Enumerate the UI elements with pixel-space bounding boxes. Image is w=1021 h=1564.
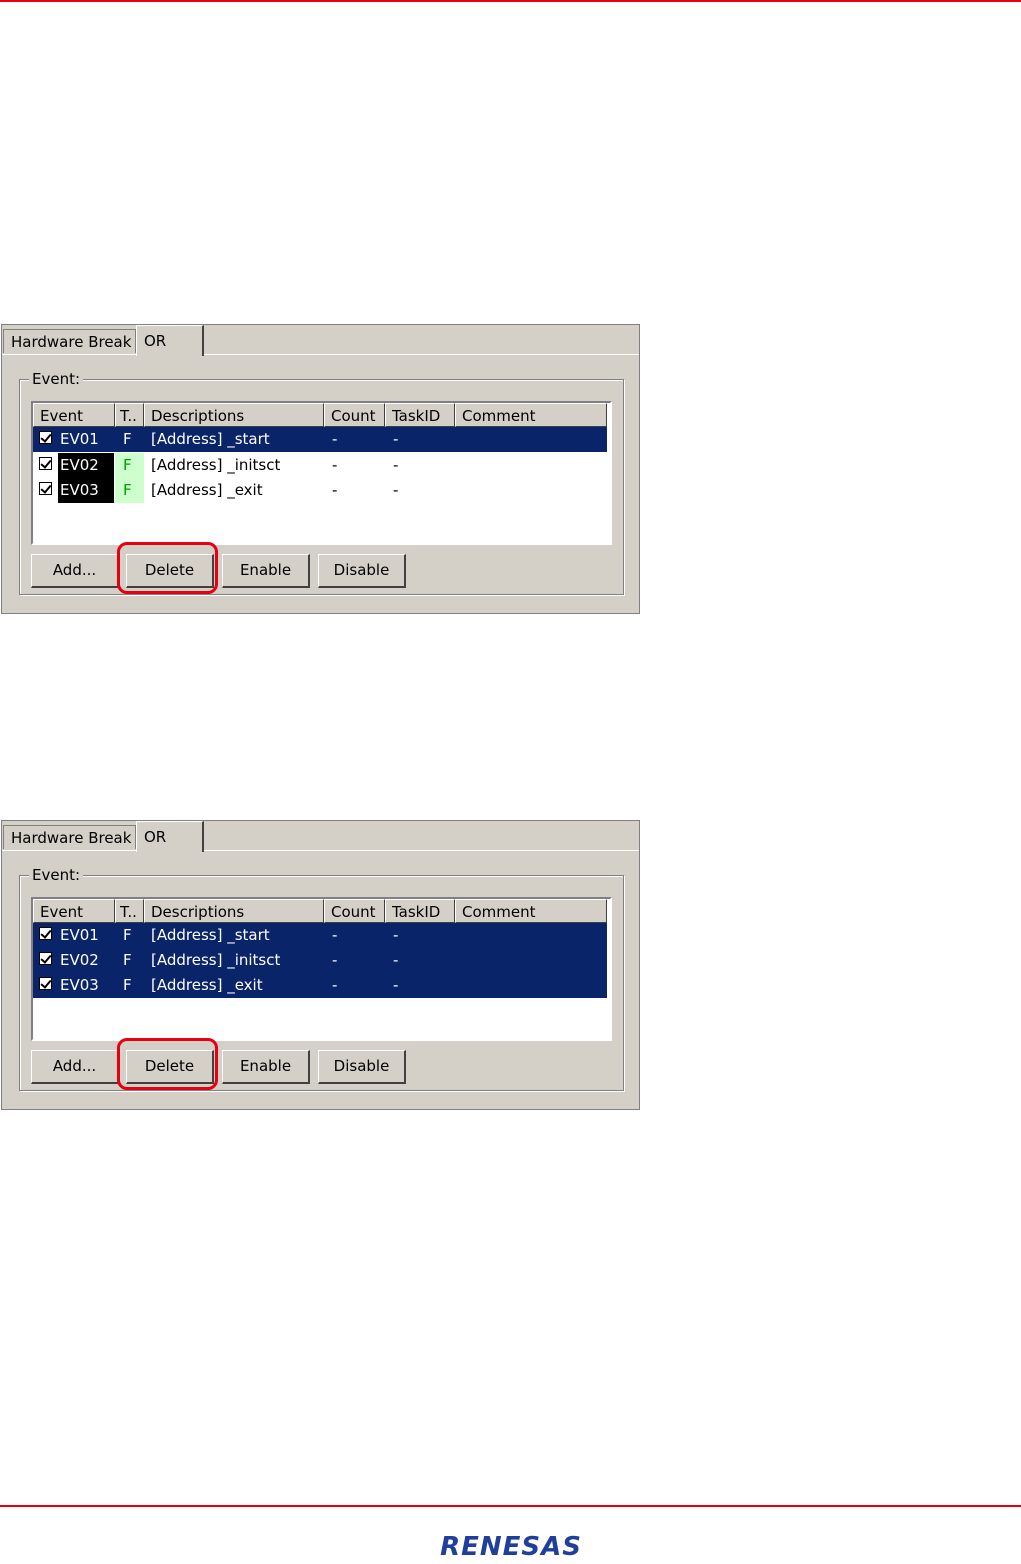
count-cell: - xyxy=(332,951,338,969)
description-cell: [Address] _exit xyxy=(151,976,263,994)
delete-highlight-callout xyxy=(117,542,218,594)
column-header-taskid[interactable]: TaskID xyxy=(385,899,455,923)
event-cell: EV02 xyxy=(58,453,114,478)
event-group: Event: Event T.. Descriptions Count Task… xyxy=(19,866,624,1091)
table-row[interactable]: EV02 F [Address] _initsct - - xyxy=(33,453,607,478)
event-list[interactable]: Event T.. Descriptions Count TaskID Comm… xyxy=(31,897,612,1041)
count-cell: - xyxy=(332,481,338,499)
table-row[interactable]: EV01 F [Address] _start - - xyxy=(33,923,607,948)
type-cell: F xyxy=(123,951,132,969)
event-cell: EV02 xyxy=(60,951,99,969)
tab-strip: Hardware Break OR xyxy=(2,325,639,356)
group-label: Event: xyxy=(29,370,84,388)
column-header-count[interactable]: Count xyxy=(324,403,385,427)
tab-or[interactable]: OR xyxy=(136,325,204,356)
description-cell: [Address] _initsct xyxy=(151,951,281,969)
disable-button[interactable]: Disable xyxy=(318,1050,406,1084)
enable-button[interactable]: Enable xyxy=(222,554,310,588)
renesas-logo: RENESAS xyxy=(440,1532,582,1562)
type-cell: F xyxy=(123,430,132,448)
tab-strip: Hardware Break OR xyxy=(2,821,639,852)
column-header-descriptions[interactable]: Descriptions xyxy=(144,899,324,923)
group-label: Event: xyxy=(29,866,84,884)
description-cell: [Address] _initsct xyxy=(151,456,281,474)
delete-highlight-callout xyxy=(117,1038,218,1090)
table-row[interactable]: EV01 F [Address] _start - - xyxy=(33,427,607,452)
count-cell: - xyxy=(332,456,338,474)
enabled-checkbox[interactable] xyxy=(39,977,52,990)
column-header-type[interactable]: T.. xyxy=(115,899,144,923)
type-cell: F xyxy=(115,478,144,503)
type-cell: F xyxy=(115,453,144,478)
column-header-event[interactable]: Event xyxy=(33,899,115,923)
bottom-rule xyxy=(0,1505,1021,1507)
column-header-type[interactable]: T.. xyxy=(115,403,144,427)
event-panel-2: Hardware Break OR Event: Event T.. Descr… xyxy=(1,820,640,1110)
event-cell: EV03 xyxy=(60,976,99,994)
count-cell: - xyxy=(332,430,338,448)
taskid-cell: - xyxy=(393,926,399,944)
event-cell: EV03 xyxy=(58,478,114,503)
enable-button[interactable]: Enable xyxy=(222,1050,310,1084)
taskid-cell: - xyxy=(393,481,399,499)
column-header-count[interactable]: Count xyxy=(324,899,385,923)
description-cell: [Address] _start xyxy=(151,430,270,448)
event-cell: EV01 xyxy=(60,430,99,448)
taskid-cell: - xyxy=(393,456,399,474)
enabled-checkbox[interactable] xyxy=(39,457,52,470)
add-button[interactable]: Add... xyxy=(31,1050,119,1084)
column-header-comment[interactable]: Comment xyxy=(455,403,607,427)
taskid-cell: - xyxy=(393,430,399,448)
taskid-cell: - xyxy=(393,976,399,994)
tab-hardware-break[interactable]: Hardware Break xyxy=(3,825,136,849)
event-list[interactable]: Event T.. Descriptions Count TaskID Comm… xyxy=(31,401,612,545)
tab-divider xyxy=(2,354,639,355)
count-cell: - xyxy=(332,926,338,944)
table-row[interactable]: EV03 F [Address] _exit - - xyxy=(33,973,607,998)
description-cell: [Address] _start xyxy=(151,926,270,944)
enabled-checkbox[interactable] xyxy=(39,482,52,495)
top-rule xyxy=(0,0,1021,2)
description-cell: [Address] _exit xyxy=(151,481,263,499)
disable-button[interactable]: Disable xyxy=(318,554,406,588)
column-header-comment[interactable]: Comment xyxy=(455,899,607,923)
event-group: Event: Event T.. Descriptions Count Task… xyxy=(19,370,624,595)
column-header-descriptions[interactable]: Descriptions xyxy=(144,403,324,427)
table-row[interactable]: EV02 F [Address] _initsct - - xyxy=(33,948,607,973)
tab-hardware-break[interactable]: Hardware Break xyxy=(3,329,136,353)
column-header-event[interactable]: Event xyxy=(33,403,115,427)
count-cell: - xyxy=(332,976,338,994)
type-cell: F xyxy=(123,976,132,994)
column-header-taskid[interactable]: TaskID xyxy=(385,403,455,427)
event-panel-1: Hardware Break OR Event: Event T.. Descr… xyxy=(1,324,640,614)
enabled-checkbox[interactable] xyxy=(39,431,52,444)
add-button[interactable]: Add... xyxy=(31,554,119,588)
taskid-cell: - xyxy=(393,951,399,969)
tab-divider xyxy=(2,850,639,851)
event-cell: EV01 xyxy=(60,926,99,944)
enabled-checkbox[interactable] xyxy=(39,952,52,965)
enabled-checkbox[interactable] xyxy=(39,927,52,940)
table-row[interactable]: EV03 F [Address] _exit - - xyxy=(33,478,607,503)
tab-or[interactable]: OR xyxy=(136,821,204,852)
type-cell: F xyxy=(123,926,132,944)
